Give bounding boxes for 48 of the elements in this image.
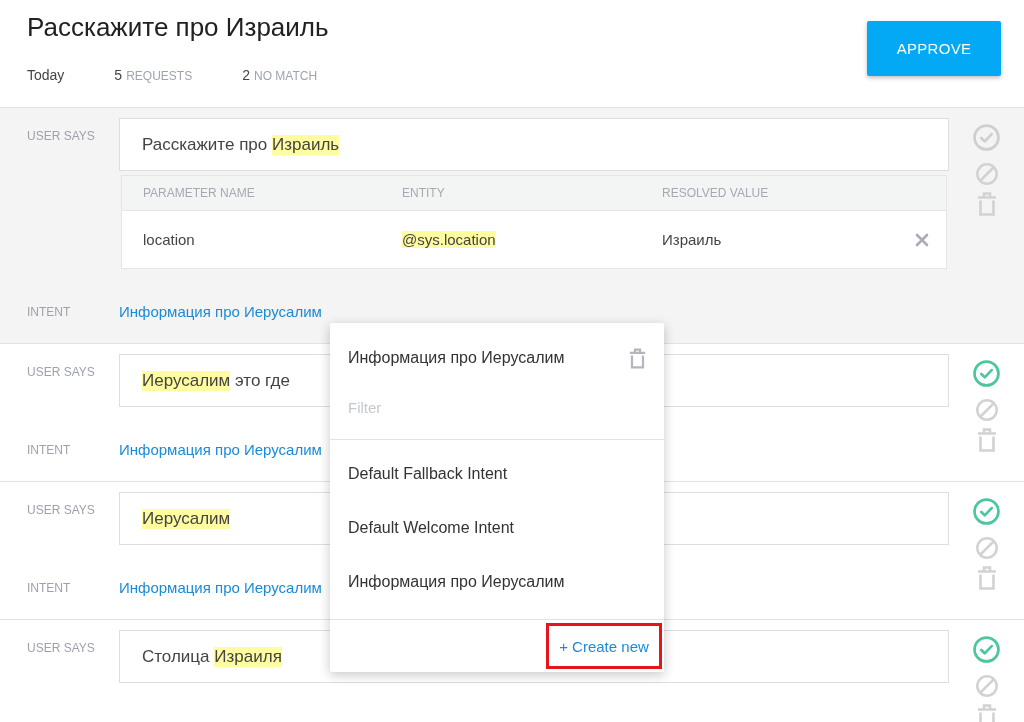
check-circle-icon[interactable] [973, 498, 1000, 525]
trash-icon[interactable] [976, 566, 997, 590]
trash-icon[interactable] [976, 704, 997, 722]
filter-field[interactable]: Filter [348, 393, 646, 421]
intent-link[interactable]: Информация про Иерусалим [119, 578, 322, 596]
user-says-label: USER SAYS [27, 503, 95, 517]
entity-highlight: @sys.location [402, 231, 496, 248]
user-says-field[interactable]: Расскажите про Израиль [119, 118, 949, 171]
check-circle-icon[interactable] [973, 124, 1000, 151]
prohibited-icon[interactable] [975, 675, 998, 697]
user-says-label: USER SAYS [27, 365, 95, 379]
approve-button[interactable]: APPROVE [867, 21, 1001, 76]
column-header: RESOLVED VALUE [662, 186, 769, 200]
intent-label: INTENT [27, 581, 71, 595]
current-intent: Информация про Иерусалим [348, 349, 565, 367]
create-new-button[interactable]: + Create new [546, 623, 662, 669]
prohibited-icon[interactable] [975, 537, 998, 559]
resolved-value: Израиль [662, 231, 722, 248]
entity-highlight: Иерусалим [142, 508, 231, 529]
intent-link[interactable]: Информация про Иерусалим [119, 302, 322, 320]
date-label: Today [27, 66, 65, 84]
prohibited-icon[interactable] [975, 163, 998, 185]
column-header: ENTITY [402, 186, 445, 200]
intent-option[interactable]: Default Welcome Intent [330, 501, 664, 555]
trash-icon[interactable] [629, 347, 646, 369]
entity-highlight: Иерусалим [142, 370, 231, 391]
close-icon[interactable] [915, 232, 929, 247]
stat-count: 2 [242, 66, 250, 84]
user-says-label: USER SAYS [27, 129, 95, 143]
page-title: Расскажите про Израиль [27, 12, 329, 42]
intent-option[interactable]: Информация про Иерусалим [330, 555, 664, 609]
check-circle-icon[interactable] [973, 636, 1000, 663]
parameter-name: location [143, 231, 195, 248]
column-header: PARAMETER NAME [143, 186, 255, 200]
stat-label: REQUESTS [126, 68, 193, 85]
intent-label: INTENT [27, 305, 71, 319]
trash-icon[interactable] [976, 192, 997, 216]
trash-icon[interactable] [976, 428, 997, 452]
intent-option[interactable]: Default Fallback Intent [330, 447, 664, 501]
stat-count: 5 [114, 66, 123, 84]
intent-link[interactable]: Информация про Иерусалим [119, 440, 322, 458]
stat-label: NO MATCH [253, 68, 318, 85]
intent-label: INTENT [27, 443, 71, 457]
user-says-label: USER SAYS [27, 641, 95, 655]
prohibited-icon[interactable] [975, 399, 998, 421]
entity-highlight: Израиля [214, 646, 282, 667]
check-circle-icon[interactable] [973, 360, 1000, 387]
entity-highlight: Израиль [272, 134, 340, 155]
